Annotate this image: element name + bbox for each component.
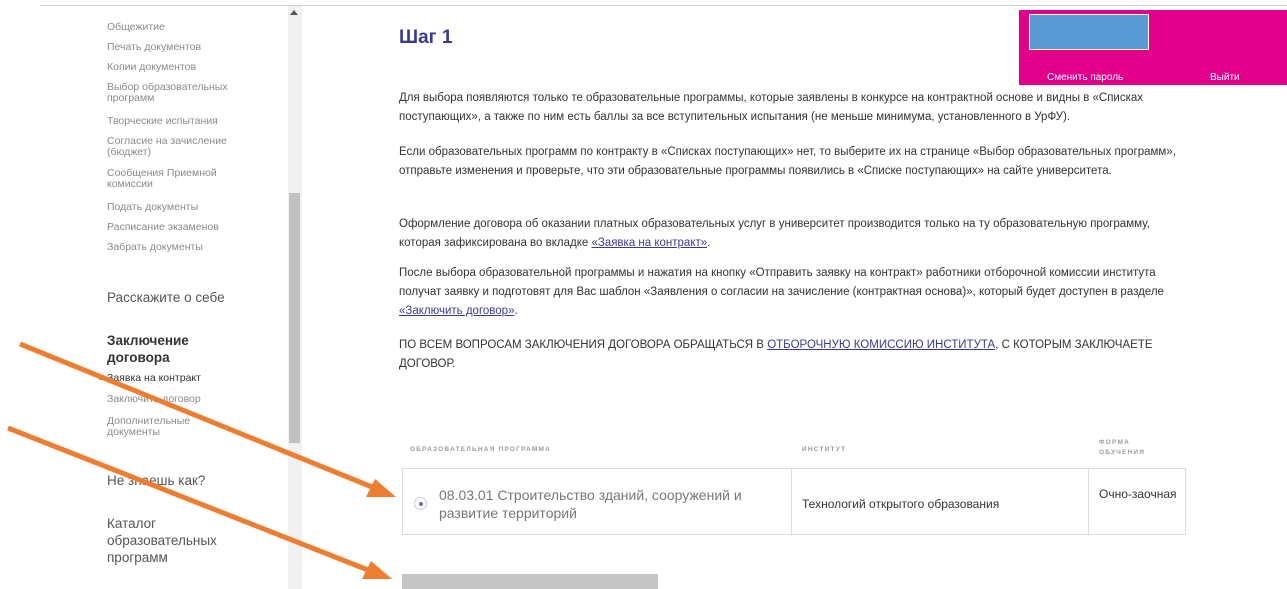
- info-paragraph-2: Если образовательных программ по контрак…: [399, 146, 1176, 177]
- sidebar-item-additional-documents[interactable]: Дополнительные документы: [107, 416, 197, 438]
- submit-contract-request-button[interactable]: [402, 574, 658, 589]
- scroll-up-arrow-icon[interactable]: [290, 10, 298, 15]
- info-paragraph-4: После выбора образовательной программы и…: [399, 267, 1164, 317]
- column-header-institute: ИНСТИТУТ: [802, 446, 847, 453]
- institute-cell: Технологий открытого образования: [802, 497, 1000, 511]
- page-title: Шаг 1: [399, 27, 453, 48]
- sidebar-item-withdraw-documents[interactable]: Забрать документы: [107, 242, 257, 253]
- logout-link[interactable]: Выйти: [1210, 72, 1240, 83]
- sidebar-item-creative-tests[interactable]: Творческие испытания: [107, 116, 257, 127]
- sidebar-item-exam-schedule[interactable]: Расписание экзаменов: [107, 222, 257, 233]
- user-avatar-placeholder: [1029, 14, 1149, 50]
- sidebar-heading-about[interactable]: Расскажите о себе: [107, 289, 225, 306]
- sidebar-item-document-copies[interactable]: Копии документов: [107, 62, 257, 73]
- sidebar-item-program-choice[interactable]: Выбор образовательных программ: [107, 82, 257, 104]
- contract-request-link[interactable]: «Заявка на контракт»: [591, 237, 707, 249]
- column-header-form: ФОРМА ОБУЧЕНИЯ: [1099, 439, 1146, 456]
- study-form-cell: Очно-заочная: [1099, 487, 1177, 501]
- institute-commission-link[interactable]: ОТБОРОЧНУЮ КОМИССИЮ ИНСТИТУТА: [767, 339, 995, 351]
- active-bullet-icon: [99, 376, 103, 380]
- sidebar: Общежитие Печать документов Копии докуме…: [0, 6, 288, 589]
- scrollbar-thumb[interactable]: [289, 193, 300, 443]
- change-password-link[interactable]: Сменить пароль: [1047, 72, 1123, 83]
- sidebar-item-dormitory[interactable]: Общежитие: [107, 22, 257, 33]
- sidebar-heading-howto[interactable]: Не знаешь как?: [107, 472, 205, 489]
- info-paragraph-3: Оформление договора об оказании платных …: [399, 218, 1150, 249]
- sidebar-heading-contract[interactable]: Заключение договора: [107, 332, 227, 366]
- sidebar-item-print-documents[interactable]: Печать документов: [107, 42, 257, 53]
- sidebar-item-sign-contract[interactable]: Заключить договор: [107, 394, 257, 405]
- program-cell: 08.03.01 Строительство зданий, сооружени…: [439, 487, 742, 521]
- sidebar-item-submit-documents[interactable]: Подать документы: [107, 202, 257, 213]
- sidebar-item-enrollment-consent[interactable]: Согласие на зачисление (бюджет): [107, 136, 257, 158]
- column-header-program: ОБРАЗОВАТЕЛЬНАЯ ПРОГРАММА: [410, 446, 552, 453]
- info-paragraph-1: Для выбора появляются только те образова…: [399, 92, 1144, 123]
- info-paragraph-5: ПО ВСЕМ ВОПРОСАМ ЗАКЛЮЧЕНИЯ ДОГОВОРА ОБР…: [399, 339, 1153, 370]
- column-divider: [791, 469, 792, 534]
- program-radio-button[interactable]: [414, 497, 427, 510]
- column-divider: [1088, 469, 1089, 534]
- sidebar-heading-catalog[interactable]: Каталог образовательных программ: [107, 515, 237, 566]
- sign-contract-link[interactable]: «Заключить договор»: [399, 305, 514, 317]
- sidebar-item-contract-request[interactable]: Заявка на контракт: [107, 373, 257, 384]
- sidebar-item-commission-messages[interactable]: Сообщения Приемной комиссии: [107, 168, 257, 190]
